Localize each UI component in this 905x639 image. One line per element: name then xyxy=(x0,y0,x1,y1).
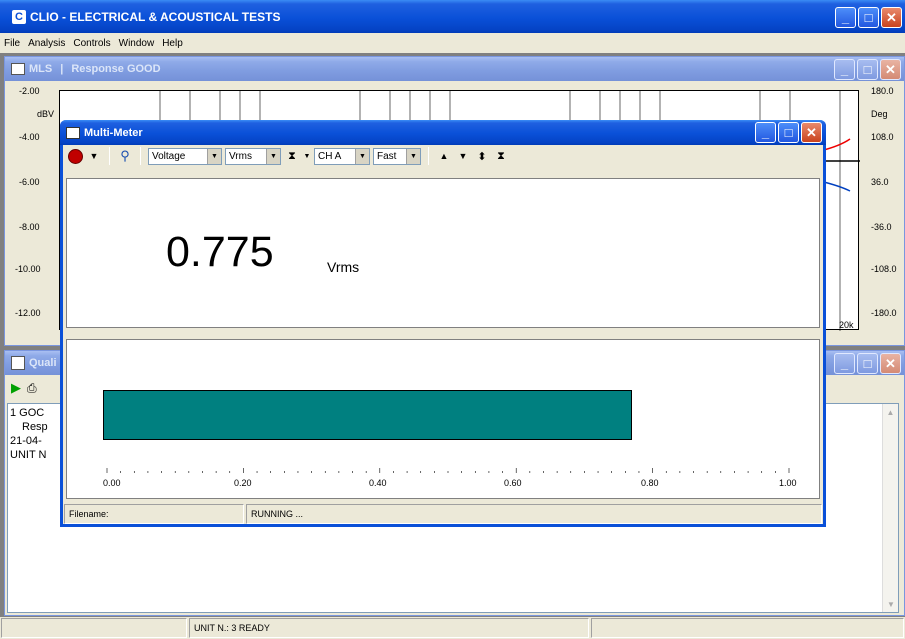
quantity-select-value: Voltage xyxy=(152,150,186,162)
dropdown-arrow-icon[interactable]: ▼ xyxy=(303,147,311,165)
chevron-down-icon[interactable]: ▼ xyxy=(406,148,420,164)
mls-title-separator: | xyxy=(60,63,64,75)
quality-minimize-icon[interactable]: _ xyxy=(834,353,855,374)
scale-tick-label: 0.20 xyxy=(234,478,252,488)
scale-tick-label: 1.00 xyxy=(779,478,797,488)
arrow-down-icon[interactable]: ▼ xyxy=(455,147,471,165)
mls-minimize-icon[interactable]: _ xyxy=(834,59,855,80)
autoscale-icon[interactable]: ⧗ xyxy=(284,147,300,165)
menu-help[interactable]: Help xyxy=(162,38,183,49)
menu-analysis[interactable]: Analysis xyxy=(28,38,65,49)
chevron-down-icon[interactable]: ▼ xyxy=(266,148,280,164)
reading-panel: 0.775 Vrms xyxy=(66,178,820,328)
mls-ytick-right: -180.0 xyxy=(871,308,897,318)
close-icon[interactable]: ✕ xyxy=(881,7,902,28)
speed-select-value: Fast xyxy=(377,150,397,162)
minimize-icon[interactable]: _ xyxy=(835,7,856,28)
menu-bar: File Analysis Controls Window Help xyxy=(0,33,905,53)
multimeter-icon xyxy=(66,126,80,139)
mls-close-icon[interactable]: ✕ xyxy=(880,59,901,80)
mls-ytick-left: -2.00 xyxy=(19,86,40,96)
mls-ytick-left: -8.00 xyxy=(19,222,40,232)
print-icon[interactable]: ⎙ xyxy=(27,381,37,396)
status-cell-right xyxy=(591,618,904,638)
multimeter-status-bar: Filename: RUNNING ... xyxy=(63,503,823,525)
mls-yunit-left: dBV xyxy=(37,109,55,119)
status-cell-empty xyxy=(1,618,187,638)
chevron-down-icon[interactable]: ▼ xyxy=(207,148,221,164)
mls-title-bar: MLS | Response GOOD _ □ ✕ xyxy=(5,57,904,81)
app-title: CLIO - ELECTRICAL & ACOUSTICAL TESTS xyxy=(30,9,281,24)
multimeter-close-icon[interactable]: ✕ xyxy=(801,122,822,143)
mls-ytick-right: 36.0 xyxy=(871,177,889,187)
mls-ytick-left: -6.00 xyxy=(19,177,40,187)
unit-select-value: Vrms xyxy=(229,150,252,162)
mls-ytick-left: -12.00 xyxy=(15,308,41,318)
mls-maximize-icon[interactable]: □ xyxy=(857,59,878,80)
mls-status: Response GOOD xyxy=(71,63,161,75)
scale-tick-label: 0.80 xyxy=(641,478,659,488)
app-title-bar: C CLIO - ELECTRICAL & ACOUSTICAL TESTS _… xyxy=(0,0,905,33)
multimeter-window: Multi-Meter _ □ ✕ ▼ ⚲ Voltage ▼ Vrms ▼ ⧗… xyxy=(60,120,826,527)
play-icon[interactable]: ▶ xyxy=(11,380,21,396)
mls-ytick-right: -36.0 xyxy=(871,222,892,232)
reading-unit: Vrms xyxy=(327,259,360,275)
speed-select[interactable]: Fast ▼ xyxy=(373,147,421,165)
scale-tick-label: 0.40 xyxy=(369,478,387,488)
running-status: RUNNING ... xyxy=(246,504,822,524)
multimeter-toolbar: ▼ ⚲ Voltage ▼ Vrms ▼ ⧗ ▼ CH A ▼ Fast ▼ ▲… xyxy=(63,145,823,167)
channel-select-value: CH A xyxy=(318,150,342,162)
zoom-icon[interactable]: ⚲ xyxy=(117,147,133,165)
scale-tick-label: 0.60 xyxy=(504,478,522,488)
unit-select[interactable]: Vrms ▼ xyxy=(225,147,281,165)
multimeter-title-bar[interactable]: Multi-Meter _ □ ✕ xyxy=(60,120,826,145)
stop-icon[interactable] xyxy=(67,147,83,165)
menu-controls[interactable]: Controls xyxy=(73,38,110,49)
dropdown-arrow-icon[interactable]: ▼ xyxy=(86,147,102,165)
app-logo-icon: C xyxy=(12,9,26,24)
quality-title: Quali xyxy=(29,357,57,369)
status-unit: UNIT N.: 3 READY xyxy=(189,618,589,638)
scroll-down-icon[interactable]: ▼ xyxy=(883,596,899,612)
mls-ytick-right: -108.0 xyxy=(871,264,897,274)
quality-close-icon[interactable]: ✕ xyxy=(880,353,901,374)
mls-ytick-left: -4.00 xyxy=(19,132,40,142)
menu-window[interactable]: Window xyxy=(119,38,155,49)
compress-vertical-icon[interactable]: ⧗ xyxy=(493,147,509,165)
quantity-select[interactable]: Voltage ▼ xyxy=(148,147,222,165)
arrow-up-icon[interactable]: ▲ xyxy=(436,147,452,165)
toolbar-separator xyxy=(428,147,429,165)
mls-ytick-right: 108.0 xyxy=(871,132,894,142)
filename-label: Filename: xyxy=(64,504,244,524)
mls-ytick-left: -10.00 xyxy=(15,264,41,274)
toolbar-separator xyxy=(140,147,141,165)
mls-xtick-right: 20k xyxy=(839,320,854,330)
channel-select[interactable]: CH A ▼ xyxy=(314,147,370,165)
meter-scale xyxy=(106,468,790,473)
menu-file[interactable]: File xyxy=(4,38,20,49)
scale-tick-label: 0.00 xyxy=(103,478,121,488)
expand-vertical-icon[interactable]: ⬍ xyxy=(474,147,490,165)
quality-icon xyxy=(11,356,25,370)
multimeter-minimize-icon[interactable]: _ xyxy=(755,122,776,143)
app-status-bar: UNIT N.: 3 READY xyxy=(0,617,905,639)
reading-value: 0.775 xyxy=(166,228,274,276)
maximize-icon[interactable]: □ xyxy=(858,7,879,28)
bar-panel: 0.00 0.20 0.40 0.60 0.80 1.00 xyxy=(66,339,820,499)
chevron-down-icon[interactable]: ▼ xyxy=(355,148,369,164)
mls-yunit-right: Deg xyxy=(871,109,888,119)
mls-ytick-right: 180.0 xyxy=(871,86,894,96)
multimeter-maximize-icon[interactable]: □ xyxy=(778,122,799,143)
multimeter-title: Multi-Meter xyxy=(84,126,143,139)
quality-scrollbar[interactable]: ▲ ▼ xyxy=(882,404,898,612)
quality-maximize-icon[interactable]: □ xyxy=(857,353,878,374)
scroll-up-icon[interactable]: ▲ xyxy=(883,404,898,420)
mls-title: MLS xyxy=(29,63,53,75)
toolbar-separator xyxy=(109,147,110,165)
mls-icon xyxy=(11,63,25,75)
